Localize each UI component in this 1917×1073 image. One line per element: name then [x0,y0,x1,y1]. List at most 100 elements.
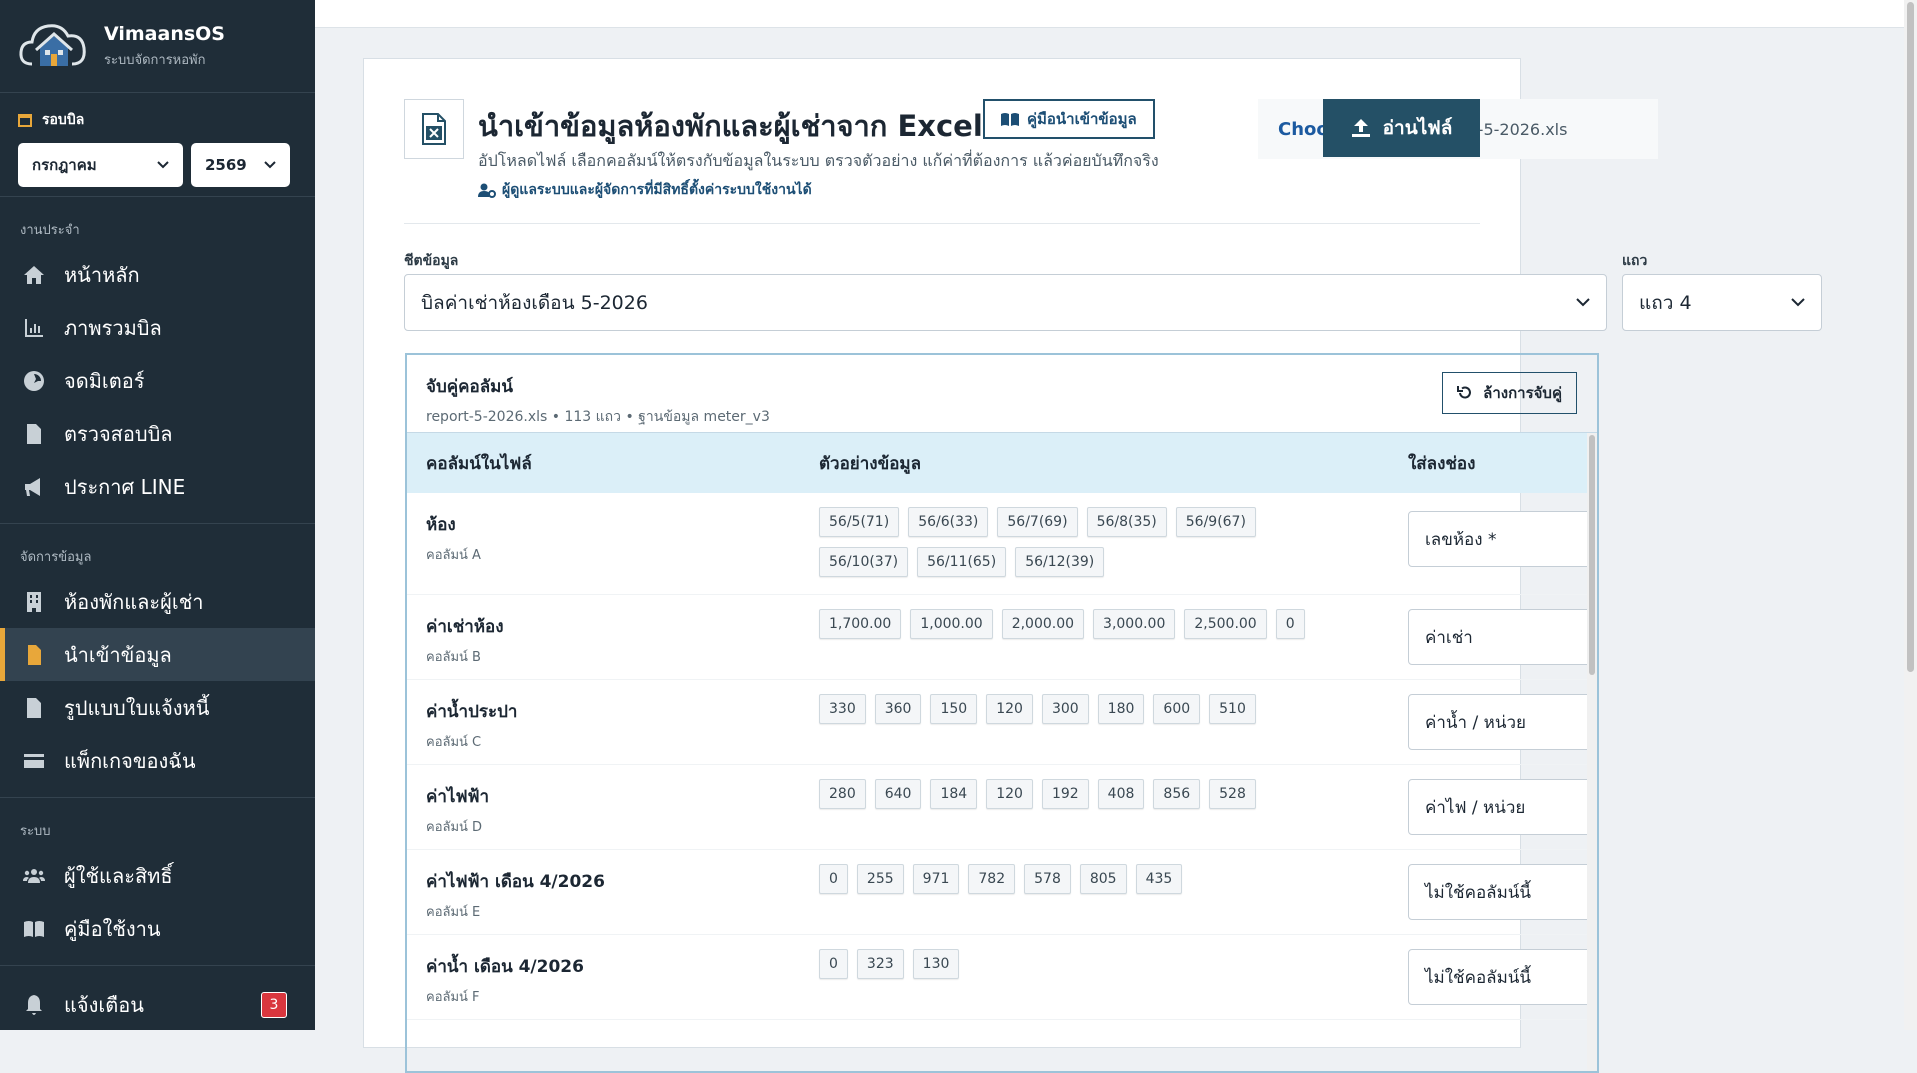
file-column-name: ค่าน้ำประปา [426,702,518,722]
target-field-select[interactable]: ไม่ใช้คอลัมน์นี้ [1408,864,1597,920]
target-field-select[interactable]: ค่าไฟ / หน่วย [1408,779,1597,835]
file-column-letter: คอลัมน์ F [426,990,480,1005]
sheet-value: บิลค่าเช่าห้องเดือน 5-2026 [421,291,648,314]
file-column: ค่าน้ำ เดือน 4/2026 คอลัมน์ F [426,953,584,1007]
sample-chip: 0 [819,864,848,894]
top-bar [315,0,1904,28]
mapping-row: ค่าเช่าห้อง คอลัมน์ B 1,700.00 1,000.00 2,00… [407,595,1597,680]
sample-values: 0 255 971 782 578 805 435 [819,864,1349,904]
sample-chip: 528 [1209,779,1256,809]
nav-label: คู่มือใช้งาน [64,916,161,941]
nav-item-home[interactable]: หน้าหลัก [0,248,315,301]
target-field-select[interactable]: ไม่ใช้คอลัมน์นี้ [1408,949,1597,1005]
sheet-select[interactable]: บิลค่าเช่าห้องเดือน 5-2026 [404,274,1607,331]
file-column-name: ค่าเช่าห้อง [426,617,504,637]
sample-chip: 255 [856,864,904,894]
sample-chip: 971 [912,864,960,894]
month-select[interactable]: กรกฎาคม [18,143,183,187]
file-column-name: ห้อง [426,515,456,535]
nav-item-rooms-tenants[interactable]: ห้องพักและผู้เช่า [0,575,315,628]
col-header-file-column: คอลัมน์ในไฟล์ [426,453,532,474]
nav-label: แพ็กเกจของฉัน [64,748,196,773]
sample-chip: 330 [819,694,866,724]
brand-name: VimaansOS [104,22,225,45]
file-column: ค่าไฟฟ้า คอลัมน์ D [426,783,489,837]
nav-item-check-bills[interactable]: ตรวจสอบบิล [0,407,315,460]
nav-item-import-data[interactable]: นำเข้าข้อมูล [0,628,315,681]
nav-item-bill-overview[interactable]: ภาพรวมบิล [0,301,315,354]
year-value: 2569 [205,156,247,174]
file-column: ห้อง คอลัมน์ A [426,511,481,565]
nav-item-users-permissions[interactable]: ผู้ใช้และสิทธิ์ [0,849,315,902]
file-column: ค่าเช่าห้อง คอลัมน์ B [426,613,504,667]
section-title-routine: งานประจำ [20,223,80,238]
mapping-scrollbar-thumb[interactable] [1589,435,1595,675]
admin-note-text: ผู้ดูแลระบบและผู้จัดการที่มีสิทธิ์ตั้งค่… [502,182,812,198]
target-field-select[interactable]: เลขห้อง * [1408,511,1597,567]
target-field-value: ค่าเช่า [1425,627,1473,648]
chevron-down-icon [264,161,276,169]
nav-item-user-guide[interactable]: คู่มือใช้งาน [0,902,315,955]
nav-label: ผู้ใช้และสิทธิ์ [64,863,173,888]
nav-item-invoice-templates[interactable]: รูปแบบใบแจ้งหนี้ [0,681,315,734]
sample-chip: 805 [1079,864,1127,894]
mapping-rows: ห้อง คอลัมน์ A 56/5(71) 56/6(33) 56/7(69) 56/… [407,493,1597,1020]
mapping-scrollbar[interactable] [1587,433,1597,1071]
file-column-name: ค่าไฟฟ้า เดือน 4/2026 [426,872,605,892]
page-scrollbar[interactable] [1904,0,1917,1030]
users-icon [23,868,45,883]
bell-icon [26,994,42,1015]
sample-chip: 56/7(69) [997,507,1078,537]
sample-chip: 300 [1041,694,1089,724]
year-select[interactable]: 2569 [191,143,290,187]
chevron-down-icon [157,161,169,169]
nav-item-meter[interactable]: จดมิเตอร์ [0,354,315,407]
file-column: ค่าไฟฟ้า เดือน 4/2026 คอลัมน์ E [426,868,605,922]
sample-chip: 56/10(37) [819,547,909,577]
nav-label: ภาพรวมบิล [64,315,162,340]
sample-chip: 600 [1153,694,1201,724]
mapping-row: ค่าไฟฟ้า เดือน 4/2026 คอลัมน์ E 0 255 971 782… [407,850,1597,935]
target-field-select[interactable]: ค่าเช่า [1408,609,1597,665]
header-row-select[interactable]: แถว 4 [1622,274,1822,331]
nav-item-my-package[interactable]: แพ็กเกจของฉัน [0,734,315,787]
nav-item-line-announce[interactable]: ประกาศ LINE [0,460,315,513]
sample-chip: 1,000.00 [910,609,993,639]
target-field-value: ไม่ใช้คอลัมน์นี้ [1425,967,1532,988]
page-scrollbar-thumb[interactable] [1907,2,1914,672]
target-field-select[interactable]: ค่าน้ำ / หน่วย [1408,694,1597,750]
book-icon [24,920,44,937]
sample-values: 56/5(71) 56/6(33) 56/7(69) 56/8(35) 56/9(67)… [819,507,1349,587]
header-row-value: แถว 4 [1639,291,1692,314]
sample-chip: 56/6(33) [908,507,989,537]
import-guide-button[interactable]: คู่มือนำเข้าข้อมูล [983,99,1155,139]
file-column-name: ค่าไฟฟ้า [426,787,490,807]
nav-item-notifications[interactable]: แจ้งเตือน 3 [0,978,315,1031]
reset-mapping-button[interactable]: ล้างการจับคู่ [1442,372,1577,414]
mapping-table-header: คอลัมน์ในไฟล์ ตัวอย่างข้อมูล ใส่ลงช่อง [407,433,1597,493]
building-icon [27,591,41,612]
sample-chip: 56/5(71) [819,507,900,537]
target-field-value: เลขห้อง * [1425,529,1497,550]
billing-cycle: รอบบิล กรกฎาคม 2569 [0,93,315,197]
sample-values: 0 323 130 [819,949,1349,989]
nav-label: หน้าหลัก [64,262,140,287]
sheet-label: ชีตข้อมูล [404,253,459,269]
import-card: นำเข้าข้อมูลห้องพักและผู้เช่าจาก Excel ค… [363,58,1822,1073]
sample-chip: 56/12(39) [1015,547,1105,577]
nav-label: แจ้งเตือน [64,992,144,1017]
sample-chip: 2,500.00 [1184,609,1267,639]
read-file-button[interactable]: อ่านไฟล์ [1323,99,1480,157]
sample-chip: 435 [1135,864,1183,894]
undo-icon [1457,386,1472,399]
nav-label: นำเข้าข้อมูล [64,642,172,667]
sample-chip: 2,000.00 [1001,609,1085,639]
sample-chip: 180 [1097,694,1145,724]
sample-chip: 184 [930,779,978,809]
file-column-letter: คอลัมน์ C [426,735,482,750]
nav-label: ตรวจสอบบิล [64,421,173,446]
col-header-sample: ตัวอย่างข้อมูล [819,453,922,474]
target-field-value: ค่าไฟ / หน่วย [1425,797,1526,818]
notification-count-badge: 3 [261,992,287,1018]
sample-chip: 280 [819,779,866,809]
